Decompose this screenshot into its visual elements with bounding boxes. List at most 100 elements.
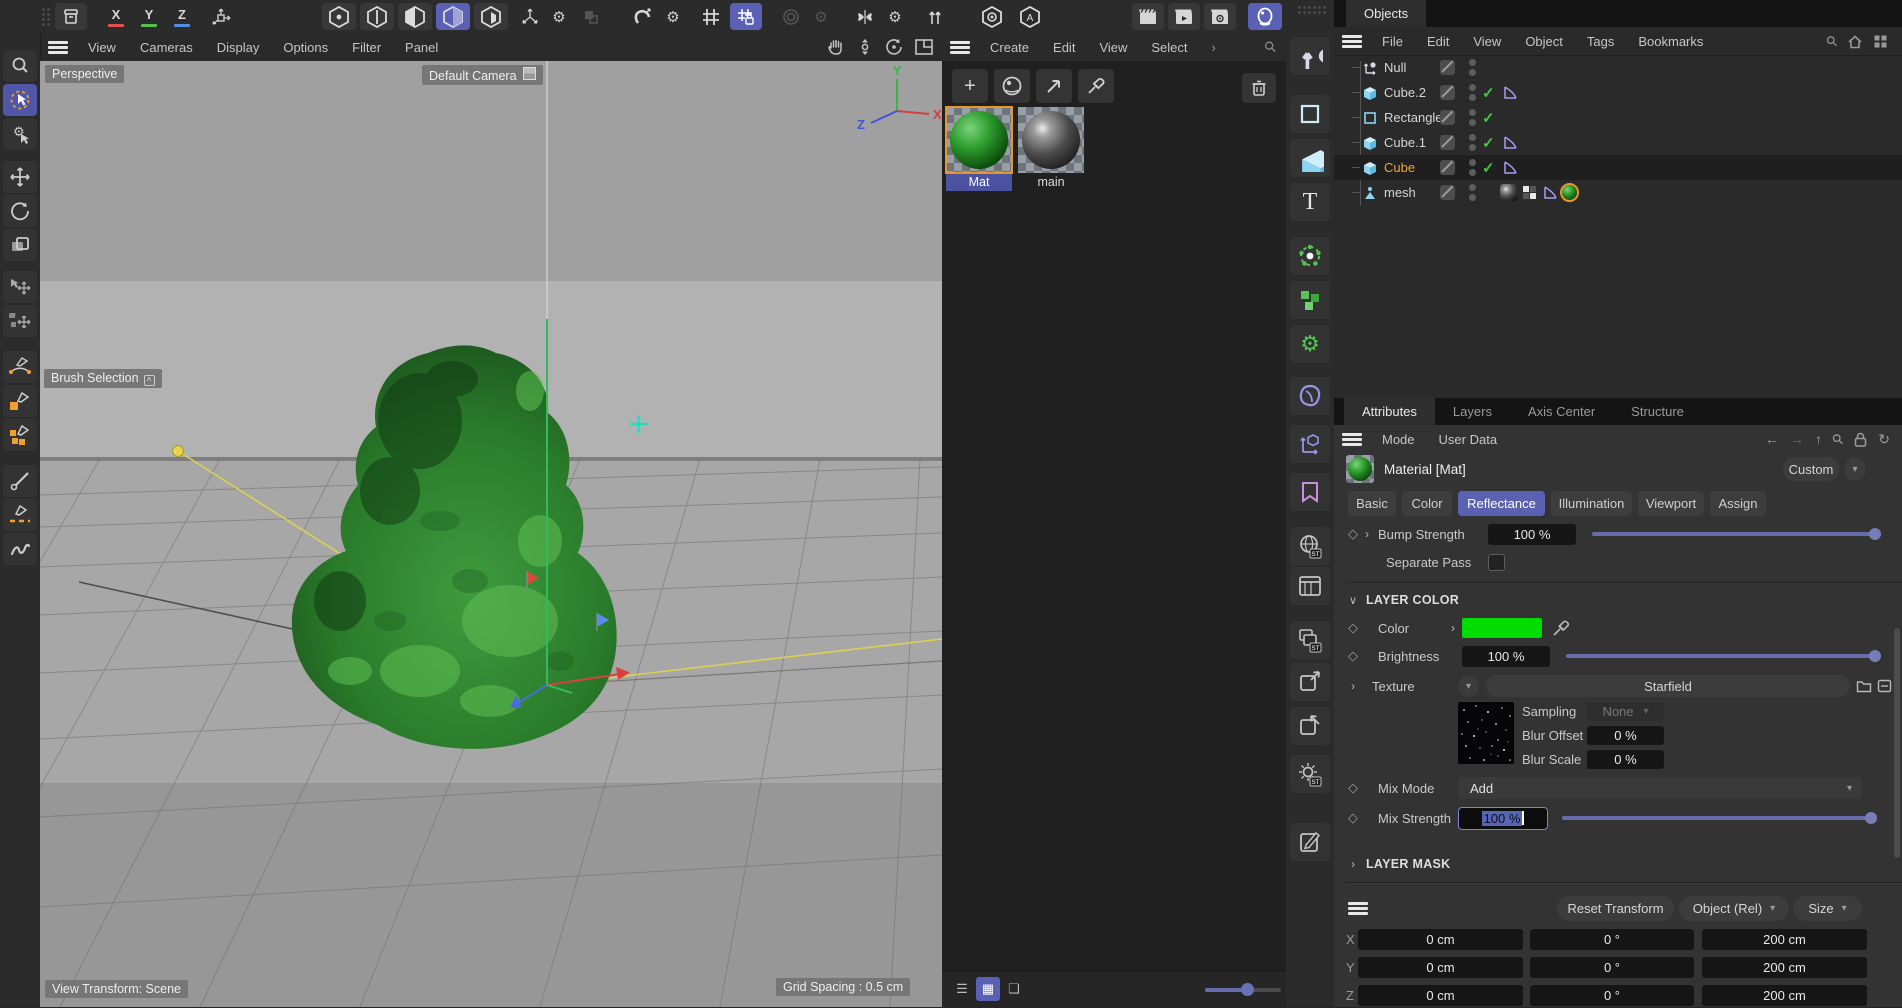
objects-search-icon[interactable]: ⚲ (1822, 31, 1841, 50)
position-x-value[interactable]: 0 cm (1358, 929, 1523, 950)
rotate-view-icon[interactable] (884, 37, 904, 57)
expand-icon[interactable]: › (1346, 857, 1360, 871)
material-tab-viewport[interactable]: Viewport (1638, 491, 1704, 516)
lock-z-axis-button[interactable]: Z (169, 3, 195, 30)
objects-menu-object[interactable]: Object (1513, 27, 1575, 55)
light-st-icon[interactable]: ST (1290, 755, 1330, 793)
materials-search-icon[interactable]: ⚲ (1260, 37, 1281, 58)
menu-filter[interactable]: Filter (340, 33, 393, 61)
object-name[interactable]: mesh (1384, 185, 1416, 200)
viewport-menu-hamburger-icon[interactable] (48, 41, 68, 54)
keyframe-diamond-icon[interactable]: ◇ (1346, 620, 1360, 636)
material-tab-color[interactable]: Color (1402, 491, 1452, 516)
notes-edit-icon[interactable] (1290, 823, 1330, 861)
magnet-snap-icon[interactable] (628, 3, 658, 30)
model-mode-icon[interactable] (436, 3, 470, 30)
render-picture-viewer-icon[interactable] (1168, 3, 1200, 30)
render-view-icon[interactable] (1132, 3, 1164, 30)
object-row-cube2[interactable]: Cube.2 ✓ (1334, 80, 1902, 105)
menu-display[interactable]: Display (205, 33, 272, 61)
object-name[interactable]: Rectangle (1384, 110, 1443, 125)
enable-check-icon[interactable]: ✓ (1482, 134, 1495, 152)
thumbnail-size-slider-knob[interactable] (1241, 983, 1254, 996)
tab-layers[interactable]: Layers (1435, 398, 1510, 425)
material-tab-basic[interactable]: Basic (1348, 491, 1396, 516)
cube-primitive-icon[interactable] (1290, 139, 1330, 177)
viewport-3d[interactable]: Y X Z Perspective Default Camera Brush S… (40, 61, 942, 1007)
phong-tag-icon[interactable] (1502, 85, 1518, 101)
camera-menu-icon[interactable] (523, 67, 536, 80)
bookmark-grid-icon[interactable] (1873, 34, 1888, 49)
zoom-tool-icon[interactable] (3, 50, 37, 82)
position-y-value[interactable]: 0 cm (1358, 957, 1523, 978)
texture-mode-icon[interactable] (474, 3, 508, 30)
object-name[interactable]: Cube (1384, 160, 1415, 175)
material-name-main[interactable]: main (1018, 173, 1084, 191)
texture-expand-icon[interactable]: › (1346, 679, 1360, 693)
refresh-icon[interactable]: ↻ (1878, 431, 1890, 448)
color-expand-icon[interactable]: › (1446, 621, 1460, 635)
mograph-matrix-icon[interactable] (1290, 281, 1330, 319)
phong-tag-icon[interactable] (1502, 160, 1518, 176)
layer-toggle-icon[interactable] (1440, 60, 1455, 75)
visibility-dots-icon[interactable] (1469, 159, 1476, 176)
normal-align-icon[interactable] (920, 3, 950, 30)
material-tab-reflectance[interactable]: Reflectance (1458, 491, 1545, 516)
visibility-dots-icon[interactable] (1469, 134, 1476, 151)
history-back-icon[interactable]: ← (1765, 431, 1779, 447)
visibility-dots-icon[interactable] (1469, 59, 1476, 76)
mix-strength-slider[interactable] (1562, 816, 1872, 820)
materials-menu-hamburger-icon[interactable] (950, 41, 970, 54)
grid-icon[interactable] (696, 3, 726, 30)
starfield-texture-thumbnail[interactable] (1458, 702, 1514, 764)
texture-folder-icon[interactable] (1856, 679, 1872, 693)
texture-name-button[interactable]: Starfield (1486, 675, 1850, 697)
rotation-x-value[interactable]: 0 ° (1530, 929, 1694, 950)
objects-menu-edit[interactable]: Edit (1415, 27, 1461, 55)
menu-panel[interactable]: Panel (393, 33, 450, 61)
eyedropper-icon[interactable] (1078, 69, 1114, 103)
load-material-icon[interactable] (1036, 69, 1072, 103)
brightness-slider[interactable] (1566, 654, 1876, 658)
material-tab-assign[interactable]: Assign (1710, 491, 1766, 516)
texture-slot-icon[interactable] (1877, 679, 1892, 693)
size-z-value[interactable]: 200 cm (1702, 985, 1867, 1006)
text-tool-icon[interactable]: T (1290, 183, 1330, 221)
snap-move-tool-icon[interactable] (3, 271, 37, 303)
transform-size-dropdown[interactable]: Size▾ (1793, 896, 1862, 921)
mix-strength-input[interactable]: 100 % (1458, 807, 1548, 830)
object-row-cube-selected[interactable]: Cube ✓ (1334, 155, 1902, 180)
materials-menu-create[interactable]: Create (978, 33, 1041, 61)
separate-pass-checkbox[interactable] (1488, 554, 1505, 571)
toggle-panels-icon[interactable] (914, 38, 934, 56)
objects-menu-hamburger-icon[interactable] (1342, 35, 1362, 48)
material-thumbnail-main[interactable] (1022, 111, 1080, 169)
color-picker-eyedropper-icon[interactable] (1552, 619, 1570, 637)
brightness-value[interactable]: 100 % (1462, 646, 1550, 667)
tab-structure[interactable]: Structure (1613, 398, 1702, 425)
visibility-dots-icon[interactable] (1469, 84, 1476, 101)
compositing-tag-icon[interactable] (1521, 184, 1538, 201)
keyframe-diamond-icon[interactable]: ◇ (1346, 648, 1360, 664)
snap-components-tool-icon[interactable] (3, 305, 37, 337)
symmetry-icon[interactable] (850, 3, 880, 30)
objects-menu-tags[interactable]: Tags (1575, 27, 1626, 55)
coordinate-system-icon[interactable] (204, 3, 238, 30)
object-name[interactable]: Cube.1 (1384, 135, 1426, 150)
layer-toggle-icon[interactable] (1440, 185, 1455, 200)
preset-dropdown-icon[interactable]: ▾ (1845, 457, 1865, 481)
toolbar-grip-right[interactable] (1298, 6, 1326, 14)
rotation-y-value[interactable]: 0 ° (1530, 957, 1694, 978)
phong-tag-icon[interactable] (1542, 185, 1558, 201)
mograph-cloner-icon[interactable] (1290, 237, 1330, 275)
dolly-zoom-icon[interactable] (856, 37, 874, 57)
camera-label[interactable]: Default Camera (422, 65, 543, 85)
transform-mode-dropdown[interactable]: Object (Rel)▾ (1679, 896, 1789, 921)
layer-toggle-icon[interactable] (1440, 85, 1455, 100)
measure-tool-icon[interactable] (3, 465, 37, 497)
enable-check-icon[interactable]: ✓ (1482, 159, 1495, 177)
live-selection-tool-icon[interactable] (3, 84, 37, 116)
enable-check-icon[interactable]: ✓ (1482, 84, 1495, 102)
thumbnail-size-slider[interactable] (1205, 988, 1281, 992)
scale-tool-icon[interactable] (3, 229, 37, 261)
